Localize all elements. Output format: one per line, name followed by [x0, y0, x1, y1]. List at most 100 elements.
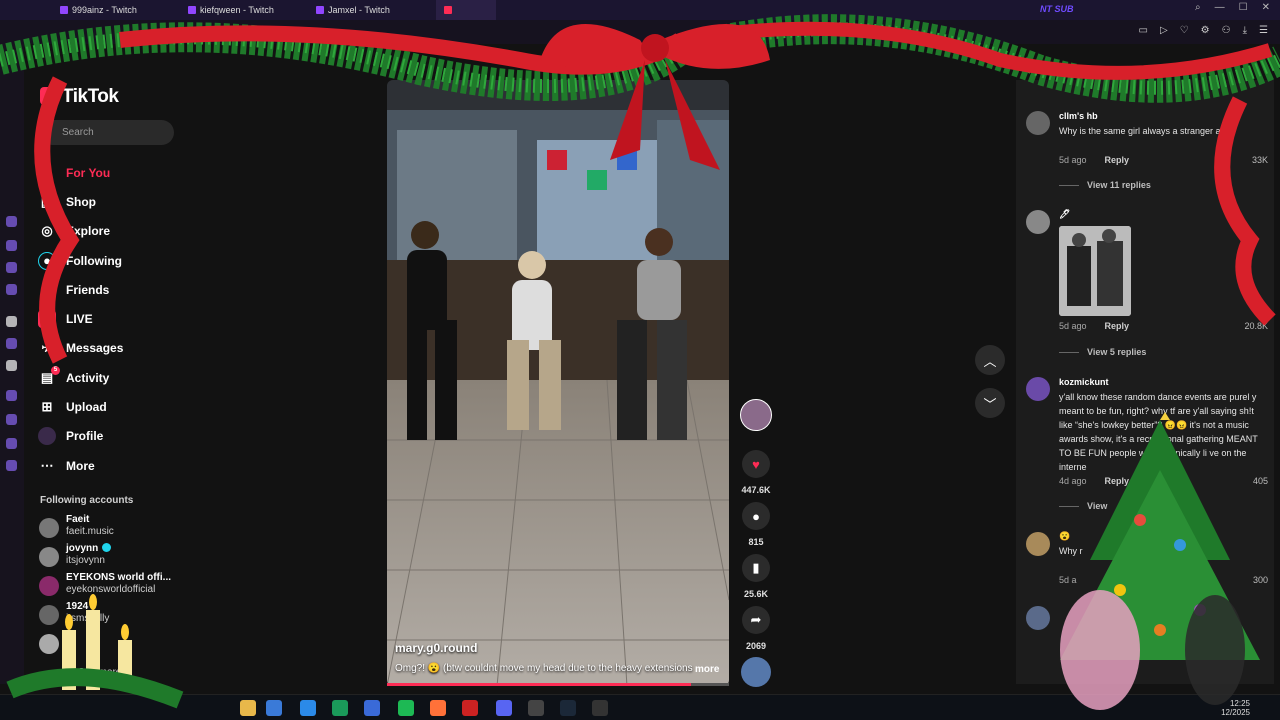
- comment-like-count[interactable]: 405: [1208, 476, 1268, 486]
- maximize-icon[interactable]: ☐: [1239, 2, 1248, 13]
- next-video-button[interactable]: ﹀: [975, 388, 1005, 418]
- clock-date: 12/2025: [1221, 708, 1250, 717]
- sidebar-app-icon[interactable]: [6, 262, 17, 273]
- like-count: 447.6K: [741, 485, 771, 495]
- tab-jamxel[interactable]: Jamxel - Twitch: [308, 0, 436, 20]
- comment-button[interactable]: ●: [742, 502, 770, 530]
- nav-activity[interactable]: ▤ 5 Activity: [38, 363, 188, 392]
- video-player[interactable]: [387, 80, 729, 686]
- sidebar-app-icon[interactable]: [6, 284, 17, 295]
- menu-icon[interactable]: ☰: [1259, 25, 1268, 36]
- steam-icon[interactable]: [560, 700, 576, 716]
- nav-for-you[interactable]: ⌂ For You: [38, 158, 188, 187]
- account-icon[interactable]: ⚇: [1222, 25, 1231, 36]
- nav-following[interactable]: ● Following: [38, 246, 188, 275]
- reply-button[interactable]: Reply: [1105, 321, 1130, 331]
- sidebar-app-icon[interactable]: [6, 414, 17, 425]
- reply-button[interactable]: Reply: [1105, 155, 1130, 165]
- commenter-name[interactable]: cllm's hb: [1059, 111, 1098, 121]
- tab-999ainz[interactable]: 999ainz - Twitch: [52, 0, 180, 20]
- comment-like-count[interactable]: 300: [1208, 575, 1268, 585]
- brand-tag: NT SUB: [1040, 4, 1074, 14]
- obs-icon[interactable]: [528, 700, 544, 716]
- following-account[interactable]: 1924 itsmskelly: [38, 601, 178, 629]
- view-replies-button[interactable]: View 11 replies: [1059, 180, 1151, 190]
- previous-video-button[interactable]: ︿: [975, 345, 1005, 375]
- avatar: [39, 547, 59, 567]
- nav-shop[interactable]: ▣ Shop: [38, 187, 188, 216]
- heart-icon[interactable]: ♡: [1180, 25, 1189, 36]
- view-replies-button[interactable]: View 5 replies: [1059, 347, 1146, 357]
- reply-button[interactable]: Reply: [1105, 476, 1130, 486]
- following-account[interactable]: EYEKONS world offi... eyekonsworldoffici…: [38, 572, 178, 600]
- edge-icon[interactable]: [300, 700, 316, 716]
- commenter-avatar[interactable]: [1026, 606, 1050, 630]
- sidebar-app-icon[interactable]: [6, 438, 17, 449]
- comment-meta: 5d ago Reply: [1059, 155, 1129, 165]
- like-button[interactable]: ♥: [742, 450, 770, 478]
- commenter-avatar[interactable]: [1026, 111, 1050, 135]
- video-username[interactable]: mary.g0.round: [395, 641, 477, 655]
- caption-more-button[interactable]: more: [695, 664, 719, 675]
- tab-kiefqween[interactable]: kiefqween - Twitch: [180, 0, 308, 20]
- nav-upload[interactable]: ⊞ Upload: [38, 392, 188, 421]
- firefox-icon[interactable]: [430, 700, 446, 716]
- discord-icon[interactable]: [496, 700, 512, 716]
- app-icon[interactable]: [462, 700, 478, 716]
- nav-label: Upload: [66, 400, 107, 415]
- commenter-name[interactable]: kozmickunt: [1059, 377, 1109, 387]
- save-button[interactable]: ▮: [742, 554, 770, 582]
- comment-like-count[interactable]: 20.8K: [1208, 321, 1268, 331]
- see-more-link[interactable]: See more: [38, 667, 178, 695]
- commenter-avatar[interactable]: [1026, 532, 1050, 556]
- chevron-up-icon: ︿: [983, 353, 997, 369]
- tiktok-logo[interactable]: TikTok: [40, 86, 119, 108]
- following-account[interactable]: Faeit faeit.music: [38, 514, 178, 542]
- comment-icon: ●: [752, 508, 760, 524]
- gear-icon[interactable]: ⚙: [1201, 25, 1210, 36]
- sidebar-app-icon[interactable]: [6, 216, 17, 227]
- nav-friends[interactable]: ⚇ Friends: [38, 275, 188, 304]
- twitch-icon[interactable]: [6, 338, 17, 349]
- app-icon[interactable]: [364, 700, 380, 716]
- commenter-name[interactable]: 🖊: [1059, 209, 1070, 220]
- tab-tiktok[interactable]: [436, 0, 496, 20]
- close-icon[interactable]: ✕: [1262, 2, 1270, 13]
- share-button[interactable]: ➦: [742, 606, 770, 634]
- tiktok-icon[interactable]: [6, 316, 17, 327]
- search-input[interactable]: Search: [40, 120, 174, 145]
- search-icon[interactable]: ⌕: [1195, 2, 1201, 13]
- file-explorer-icon[interactable]: [240, 700, 256, 716]
- nav-explore[interactable]: ◎ Explore: [38, 217, 188, 246]
- tab-label: Jamxel - Twitch: [328, 5, 390, 15]
- app-icon[interactable]: [266, 700, 282, 716]
- reader-icon[interactable]: ▭: [1139, 25, 1148, 36]
- app-icon[interactable]: [592, 700, 608, 716]
- gear-icon[interactable]: [6, 460, 17, 471]
- nav-live[interactable]: LIVE LIVE: [38, 304, 188, 333]
- comment-image[interactable]: [1059, 226, 1131, 316]
- spotify-icon[interactable]: [398, 700, 414, 716]
- creator-avatar[interactable]: [740, 399, 772, 431]
- music-disc-icon[interactable]: [741, 657, 771, 687]
- video-progress-bar[interactable]: [387, 683, 729, 686]
- following-account[interactable]: B: [38, 630, 178, 658]
- play-icon[interactable]: ▷: [1160, 25, 1168, 36]
- nav-more[interactable]: ⋯ More: [38, 451, 188, 480]
- comment-like-count[interactable]: 33K: [1208, 155, 1268, 165]
- sidebar-app-icon[interactable]: [6, 240, 17, 251]
- app-icon[interactable]: [332, 700, 348, 716]
- commenter-avatar[interactable]: [1026, 377, 1050, 401]
- nav-profile[interactable]: Profile: [38, 422, 188, 451]
- commenter-name[interactable]: 😮: [1059, 531, 1070, 542]
- nav-messages[interactable]: ✈ Messages: [38, 334, 188, 363]
- following-account[interactable]: jovynn itsjovynn: [38, 543, 178, 571]
- commenter-avatar[interactable]: [1026, 210, 1050, 234]
- sidebar-app-icon[interactable]: [6, 390, 17, 401]
- view-replies-button[interactable]: View: [1059, 501, 1107, 511]
- system-clock[interactable]: 12:25 12/2025: [1221, 699, 1250, 717]
- minimize-icon[interactable]: —: [1215, 2, 1225, 13]
- x-icon[interactable]: [6, 360, 17, 371]
- download-icon[interactable]: ⤓: [1243, 25, 1247, 36]
- comment-age: 4d ago: [1059, 476, 1087, 486]
